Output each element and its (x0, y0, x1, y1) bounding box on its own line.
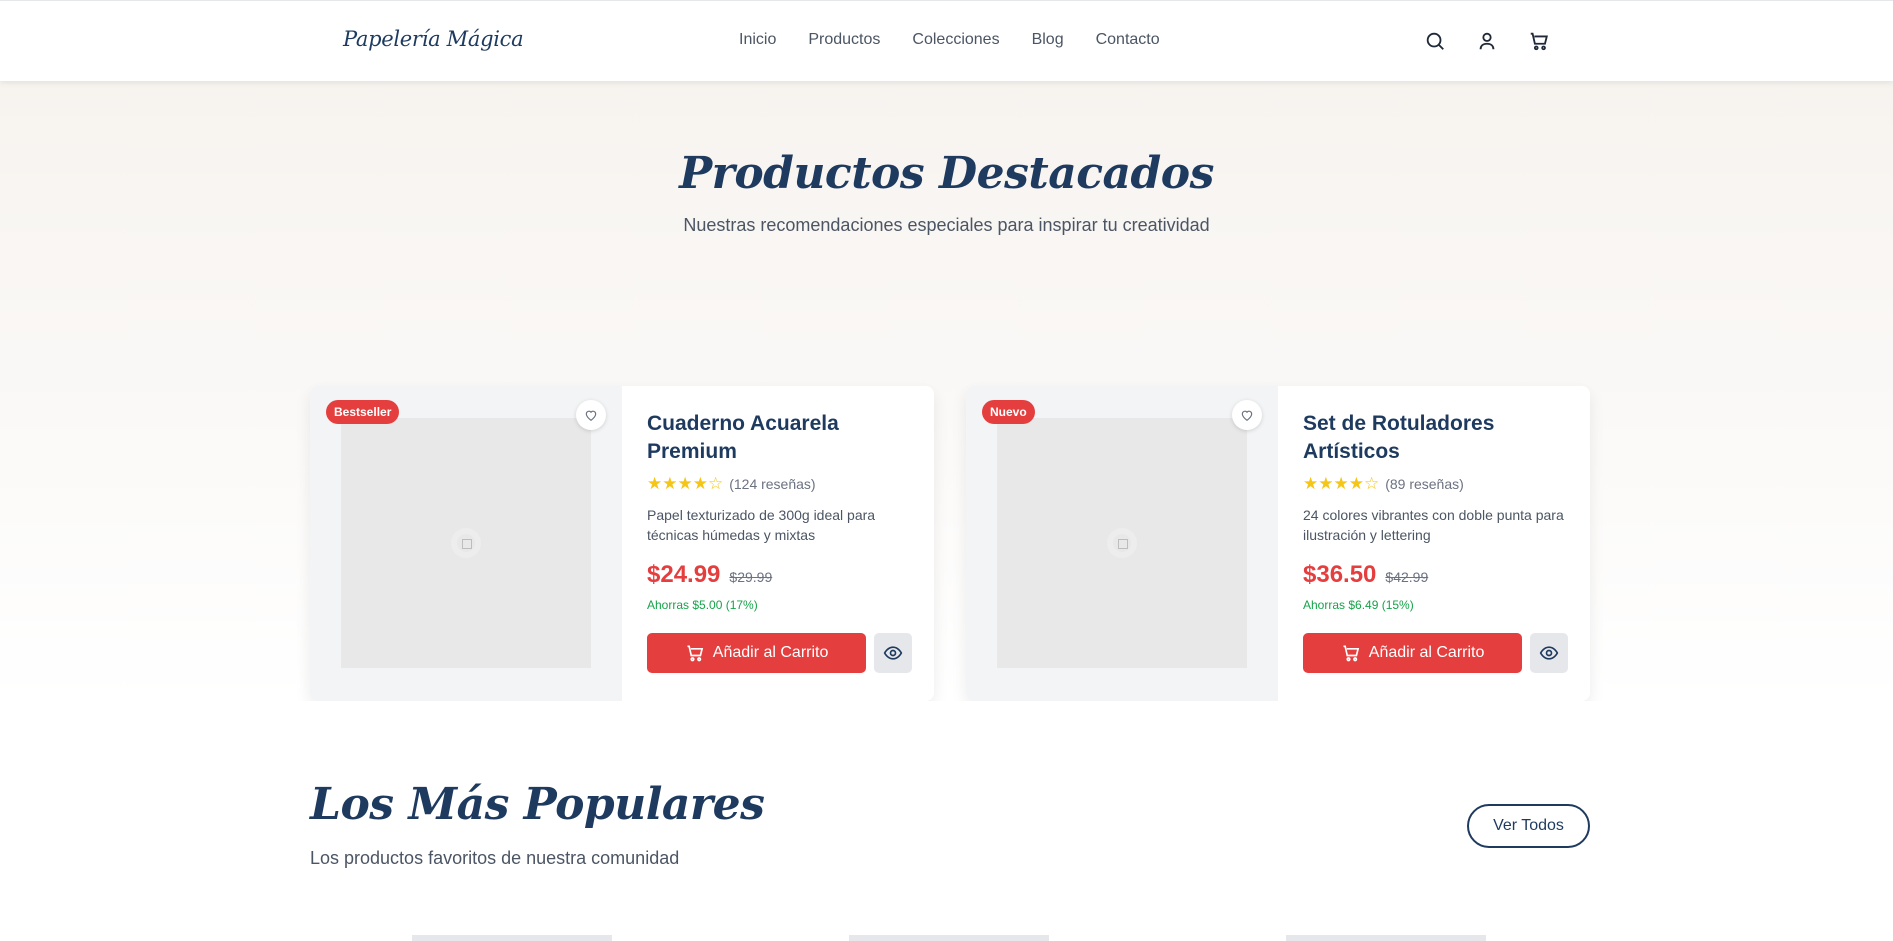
product-price: $24.99 (647, 561, 721, 588)
featured-title: Productos Destacados (679, 148, 1214, 199)
add-to-cart-button[interactable]: Añadir al Carrito (1303, 633, 1523, 673)
product-prices: $36.50 $42.99 (1303, 561, 1568, 589)
product-badge: Bestseller (326, 400, 400, 424)
product-card: Bestseller Cuaderno Acuarela Premium ★★★… (310, 386, 934, 701)
eye-icon (1539, 646, 1559, 660)
nav-colecciones[interactable]: Colecciones (912, 31, 999, 49)
star-rating-icon: ★★★★☆ (647, 474, 724, 493)
add-to-cart-label: Añadir al Carrito (712, 644, 829, 661)
product-info: Cuaderno Acuarela Premium ★★★★☆ (124 res… (647, 410, 912, 673)
site-header: Papelería Mágica Inicio Productos Colecc… (0, 0, 1893, 81)
popular-section: Los Más Populares Los productos favorito… (0, 701, 1893, 941)
nav-inicio[interactable]: Inicio (739, 31, 776, 49)
product-image-area[interactable]: Bestseller (310, 386, 622, 701)
add-to-cart-label: Añadir al Carrito (1368, 644, 1485, 661)
product-savings: Ahorras $5.00 (17%) (647, 598, 758, 612)
review-count: (89 reseñas) (1385, 476, 1464, 492)
header-actions (1424, 30, 1550, 52)
product-badge: Nuevo (982, 400, 1035, 424)
nav-blog[interactable]: Blog (1032, 31, 1064, 49)
image-loading-icon (1107, 528, 1137, 558)
star-rating-icon: ★★★★☆ (1303, 474, 1380, 493)
product-info: Set de Rotuladores Artísticos ★★★★☆ (89 … (1303, 410, 1568, 673)
popular-subtitle: Los productos favoritos de nuestra comun… (310, 848, 680, 868)
product-savings: Ahorras $6.49 (15%) (1303, 598, 1414, 612)
product-actions: Añadir al Carrito (647, 633, 912, 673)
add-to-cart-button[interactable]: Añadir al Carrito (647, 633, 867, 673)
product-description: Papel texturizado de 300g ideal para téc… (647, 507, 876, 543)
product-card-preview (849, 935, 1049, 941)
product-prices: $24.99 $29.99 (647, 561, 912, 589)
product-image (341, 418, 591, 668)
nav-productos[interactable]: Productos (808, 31, 880, 49)
product-actions: Añadir al Carrito (1303, 633, 1568, 673)
product-image (997, 418, 1247, 668)
product-card-preview (412, 935, 612, 941)
product-card-preview (1286, 935, 1486, 941)
view-all-button[interactable]: Ver Todos (1467, 804, 1590, 848)
product-rating: ★★★★☆ (89 reseñas) (1303, 474, 1568, 494)
quick-view-button[interactable] (1530, 633, 1568, 673)
nav-contacto[interactable]: Contacto (1096, 31, 1160, 49)
product-title[interactable]: Set de Rotuladores Artísticos (1303, 410, 1568, 466)
main-nav: Inicio Productos Colecciones Blog Contac… (739, 31, 1192, 49)
product-card: Nuevo Set de Rotuladores Artísticos ★★★★… (966, 386, 1590, 701)
product-rating: ★★★★☆ (124 reseñas) (647, 474, 912, 494)
image-loading-icon (451, 528, 481, 558)
popular-title: Los Más Populares (310, 779, 765, 830)
eye-icon (883, 646, 903, 660)
product-description: 24 colores vibrantes con doble punta par… (1303, 507, 1564, 543)
search-icon[interactable] (1424, 30, 1446, 52)
quick-view-button[interactable] (874, 633, 912, 673)
user-icon[interactable] (1476, 30, 1498, 52)
product-title[interactable]: Cuaderno Acuarela Premium (647, 410, 912, 466)
cart-icon (687, 645, 703, 662)
product-price: $36.50 (1303, 561, 1377, 588)
featured-subtitle: Nuestras recomendaciones especiales para… (683, 215, 1210, 235)
product-old-price: $29.99 (729, 569, 773, 585)
cart-icon[interactable] (1528, 30, 1550, 52)
product-old-price: $42.99 (1385, 569, 1429, 585)
favorite-heart-icon[interactable] (576, 400, 606, 430)
product-image-area[interactable]: Nuevo (966, 386, 1278, 701)
cart-icon (1343, 645, 1359, 662)
brand-logo[interactable]: Papelería Mágica (343, 27, 524, 51)
featured-section: Productos Destacados Nuestras recomendac… (0, 81, 1893, 701)
favorite-heart-icon[interactable] (1232, 400, 1262, 430)
review-count: (124 reseñas) (729, 476, 816, 492)
